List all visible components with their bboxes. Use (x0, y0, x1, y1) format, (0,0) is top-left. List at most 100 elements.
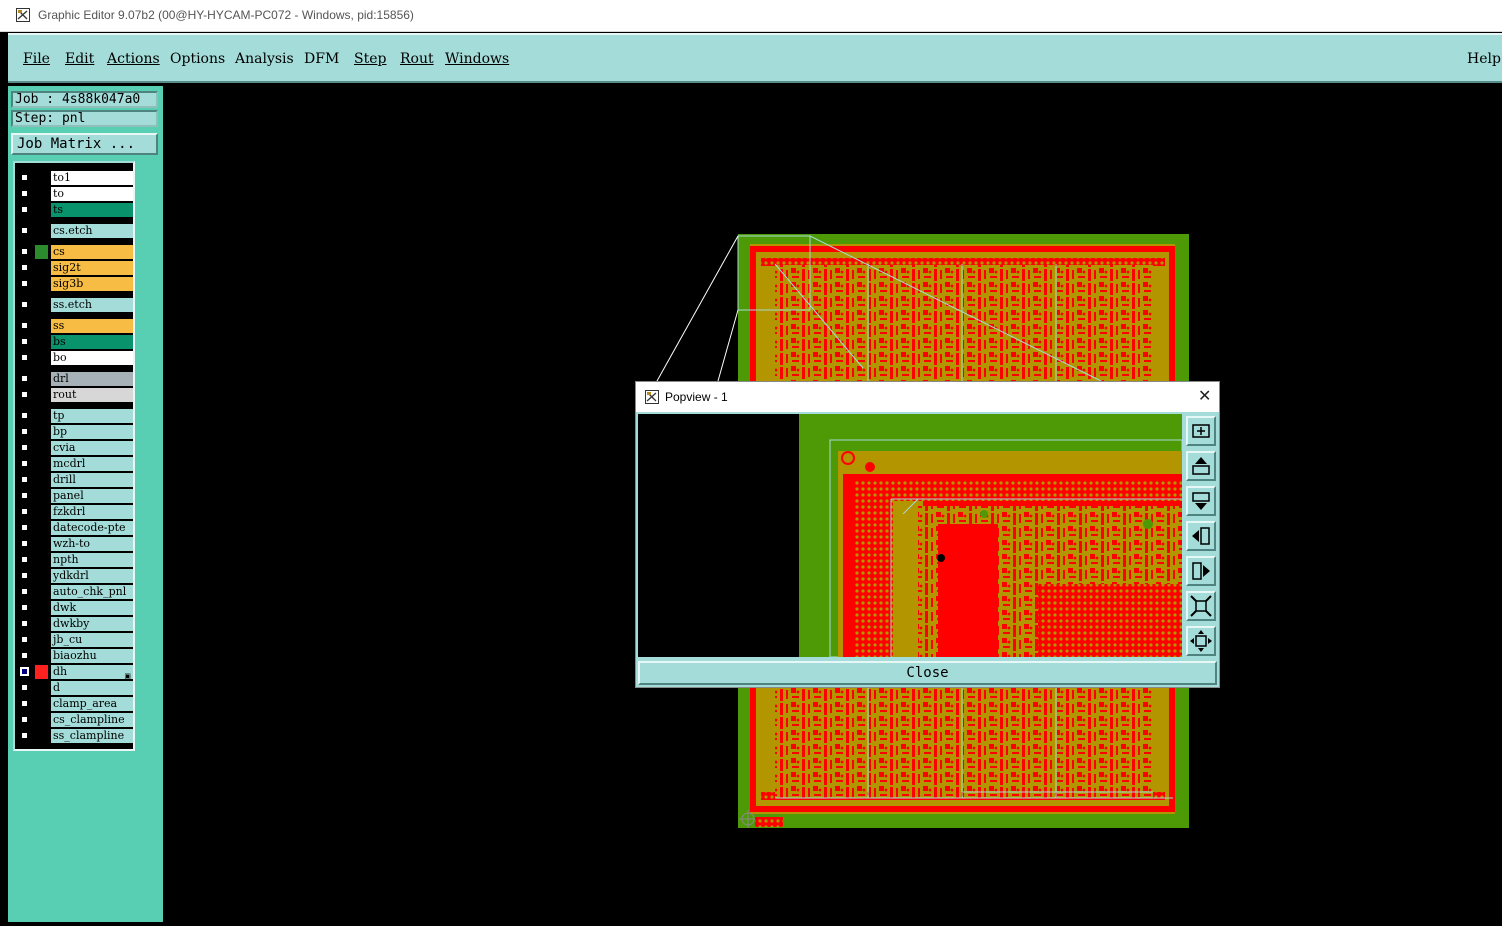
layer-name[interactable]: datecode-pte (51, 521, 133, 535)
layer-checkbox[interactable] (20, 263, 29, 272)
menu-rout[interactable]: Rout (400, 51, 434, 67)
menu-step[interactable]: Step (354, 51, 386, 67)
layer-checkbox[interactable] (20, 226, 29, 235)
layer-checkbox[interactable] (20, 390, 29, 399)
layer-color-swatch[interactable] (35, 537, 48, 551)
close-icon[interactable]: ✕ (1198, 386, 1211, 406)
layer-color-swatch[interactable] (35, 441, 48, 455)
layer-name[interactable]: cs (51, 245, 133, 259)
layer-row[interactable]: ss.etch (15, 297, 133, 313)
layer-checkbox[interactable] (20, 635, 29, 644)
layer-name[interactable]: dwkby (51, 617, 133, 631)
layer-color-swatch[interactable] (35, 457, 48, 471)
layer-row[interactable]: biaozhu (15, 648, 133, 664)
layer-color-swatch[interactable] (35, 569, 48, 583)
layer-name[interactable]: auto_chk_pnl (51, 585, 133, 599)
layer-name[interactable]: wzh-to (51, 537, 133, 551)
layer-row[interactable]: cs_clampline (15, 712, 133, 728)
layer-name[interactable]: sig2t (51, 261, 133, 275)
layer-row[interactable]: ts (15, 202, 133, 218)
layer-row[interactable]: drl (15, 371, 133, 387)
job-matrix-button[interactable]: Job Matrix ... (11, 133, 158, 155)
layer-checkbox[interactable] (20, 353, 29, 362)
layer-row[interactable]: sig2t (15, 260, 133, 276)
layer-color-swatch[interactable] (35, 521, 48, 535)
layer-name[interactable]: fzkdrl (51, 505, 133, 519)
popview-title-bar[interactable]: Popview - 1 ✕ (636, 382, 1219, 412)
layer-row[interactable]: ss (15, 318, 133, 334)
layer-checkbox[interactable] (20, 205, 29, 214)
pan-all-button[interactable] (1186, 626, 1216, 656)
layer-name[interactable]: d (51, 681, 133, 695)
layer-checkbox[interactable] (20, 603, 29, 612)
layer-row[interactable]: to (15, 186, 133, 202)
layer-checkbox[interactable] (20, 321, 29, 330)
layer-row[interactable]: dh ▣ (15, 664, 133, 680)
pan-left-button[interactable] (1186, 521, 1216, 551)
layer-row[interactable]: ss_clampline (15, 728, 133, 744)
layer-color-swatch[interactable] (35, 277, 48, 291)
layer-checkbox[interactable] (20, 459, 29, 468)
layer-color-swatch[interactable] (35, 633, 48, 647)
layer-checkbox[interactable] (20, 427, 29, 436)
layer-checkbox[interactable] (20, 523, 29, 532)
layer-checkbox[interactable] (20, 443, 29, 452)
layer-checkbox[interactable] (20, 337, 29, 346)
layer-checkbox[interactable] (20, 539, 29, 548)
layer-color-swatch[interactable] (35, 319, 48, 333)
layer-color-swatch[interactable] (35, 697, 48, 711)
layer-checkbox[interactable] (20, 279, 29, 288)
layer-checkbox[interactable] (20, 507, 29, 516)
layer-checkbox[interactable] (20, 667, 29, 676)
layer-name[interactable]: drl (51, 372, 133, 386)
layer-checkbox[interactable] (20, 491, 29, 500)
layer-row[interactable]: cs (15, 244, 133, 260)
layer-row[interactable]: dwk (15, 600, 133, 616)
layer-row[interactable]: mcdrl (15, 456, 133, 472)
layer-color-swatch[interactable] (35, 351, 48, 365)
layer-name[interactable]: sig3b (51, 277, 133, 291)
layer-row[interactable]: auto_chk_pnl (15, 584, 133, 600)
layer-color-swatch[interactable] (35, 298, 48, 312)
layer-color-swatch[interactable] (35, 409, 48, 423)
layer-color-swatch[interactable] (35, 261, 48, 275)
layer-color-swatch[interactable] (35, 585, 48, 599)
pan-up-button[interactable] (1186, 451, 1216, 481)
layer-checkbox[interactable] (20, 300, 29, 309)
layer-row[interactable]: fzkdrl (15, 504, 133, 520)
layer-color-swatch[interactable] (35, 372, 48, 386)
layer-name[interactable]: mcdrl (51, 457, 133, 471)
layer-name[interactable]: jb_cu (51, 633, 133, 647)
popview-zoomed-board[interactable] (638, 414, 1182, 657)
layer-checkbox[interactable] (20, 731, 29, 740)
layer-name[interactable]: tp (51, 409, 133, 423)
layer-name[interactable]: clamp_area (51, 697, 133, 711)
layer-checkbox[interactable] (20, 555, 29, 564)
pan-right-button[interactable] (1186, 556, 1216, 586)
layer-name[interactable]: biaozhu (51, 649, 133, 663)
layer-row[interactable]: wzh-to (15, 536, 133, 552)
layer-color-swatch[interactable] (35, 388, 48, 402)
layer-color-swatch[interactable] (35, 729, 48, 743)
layer-name[interactable]: cs_clampline (51, 713, 133, 727)
layer-name[interactable]: dh ▣ (51, 665, 133, 679)
zoom-out-button[interactable] (1186, 591, 1216, 621)
layer-color-swatch[interactable] (35, 171, 48, 185)
layer-color-swatch[interactable] (35, 649, 48, 663)
layer-checkbox[interactable] (20, 247, 29, 256)
layer-color-swatch[interactable] (35, 553, 48, 567)
menu-file[interactable]: File (23, 51, 50, 67)
menu-dfm[interactable]: DFM (304, 51, 339, 67)
layer-color-swatch[interactable] (35, 665, 48, 679)
layer-color-swatch[interactable] (35, 505, 48, 519)
layer-checkbox[interactable] (20, 173, 29, 182)
layer-checkbox[interactable] (20, 475, 29, 484)
layer-color-swatch[interactable] (35, 187, 48, 201)
layer-row[interactable]: tp (15, 408, 133, 424)
layer-row[interactable]: drill (15, 472, 133, 488)
layer-name[interactable]: to (51, 187, 133, 201)
layer-name[interactable]: dwk (51, 601, 133, 615)
layer-name[interactable]: panel (51, 489, 133, 503)
layer-name[interactable]: ss.etch (51, 298, 133, 312)
layer-row[interactable]: d (15, 680, 133, 696)
